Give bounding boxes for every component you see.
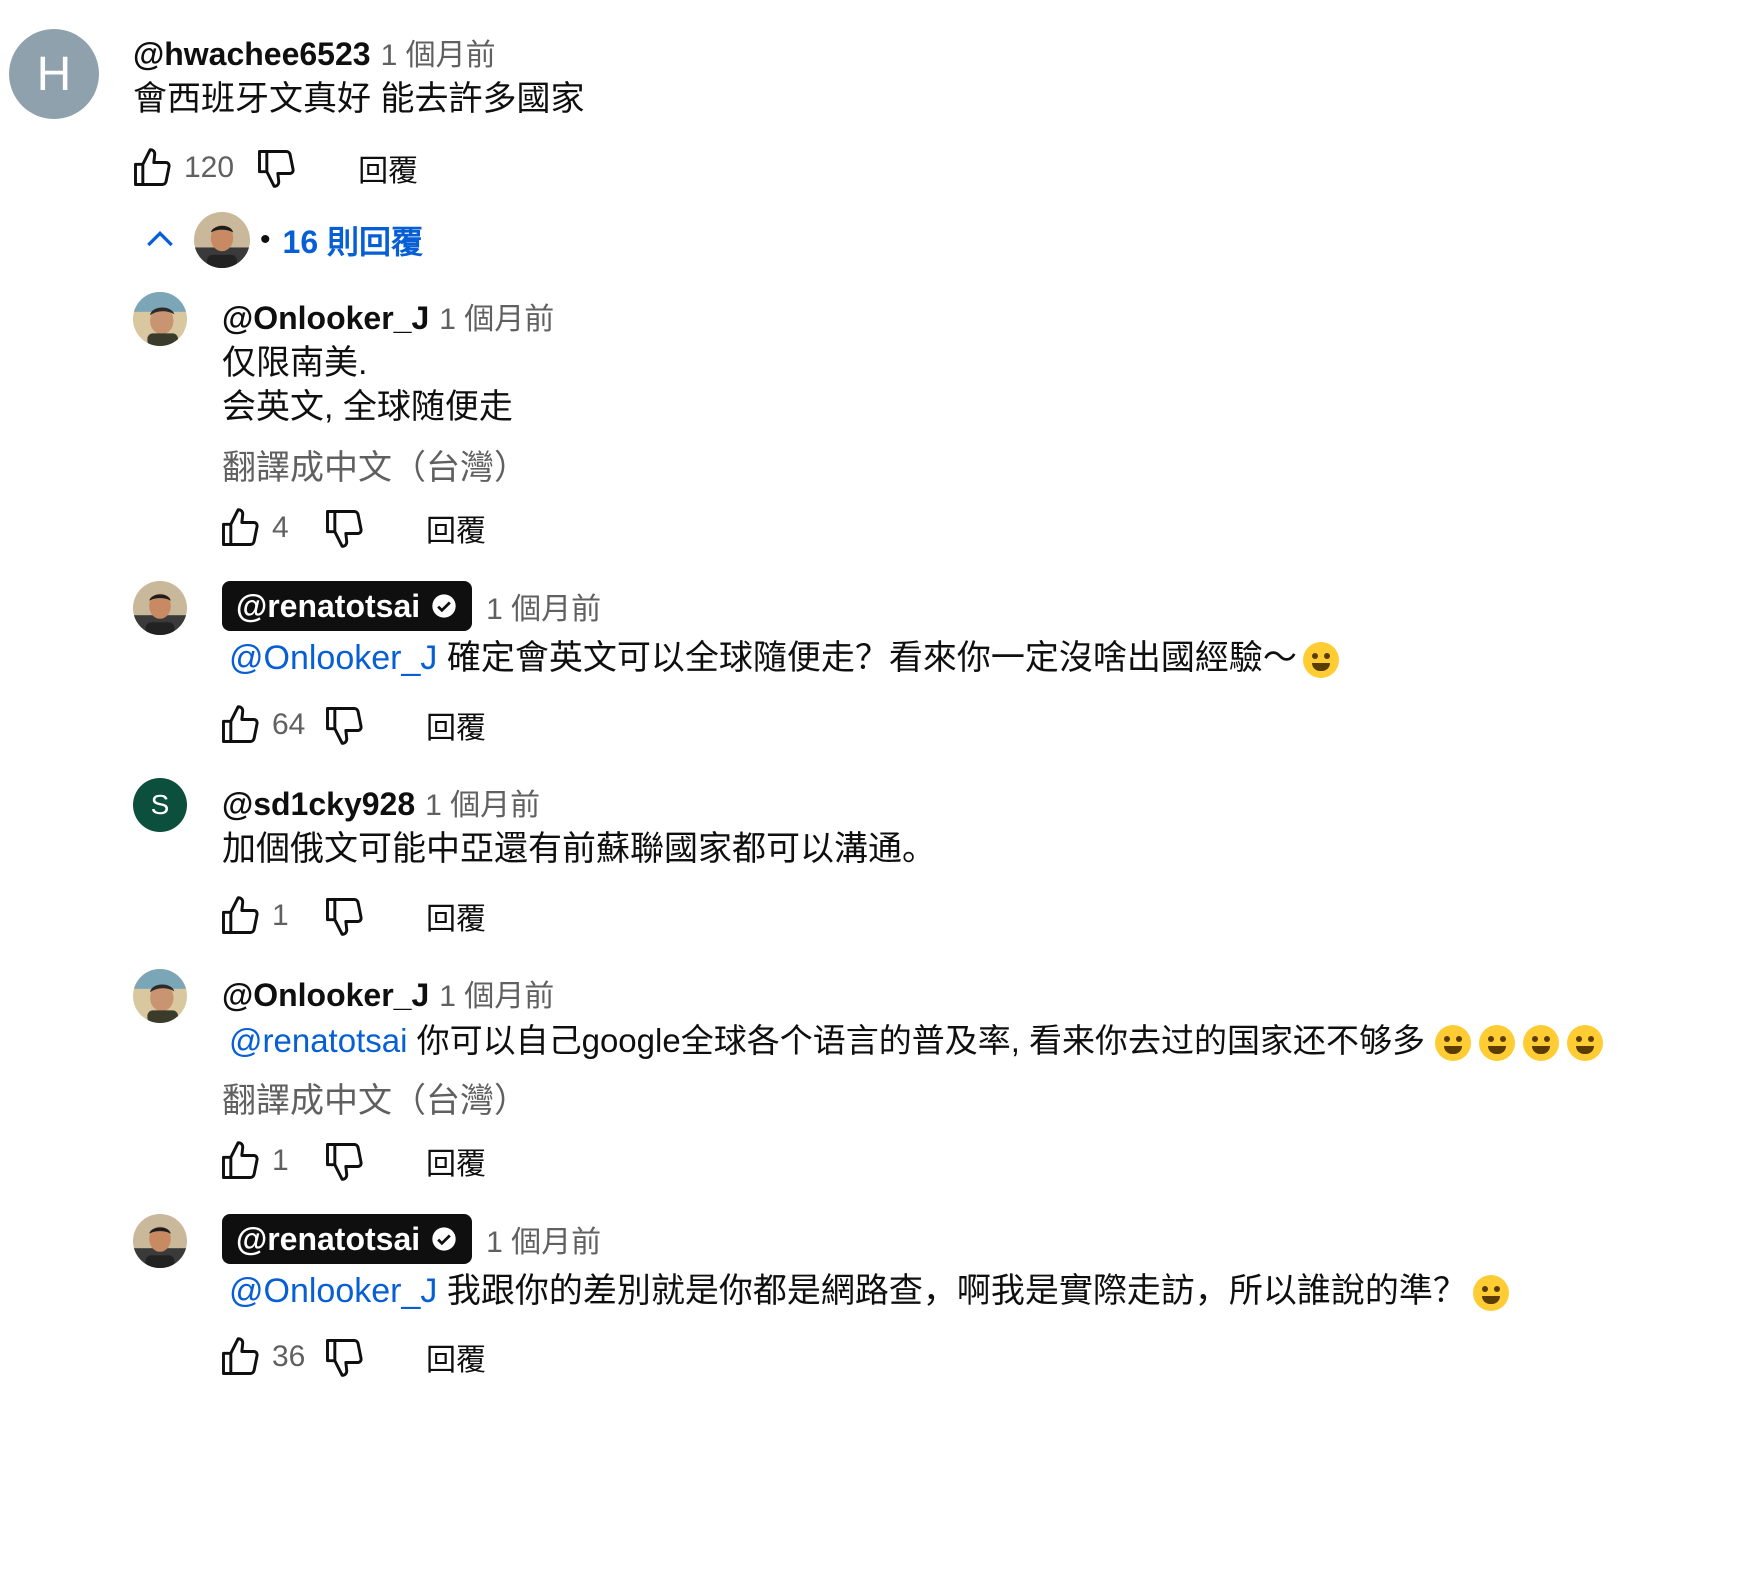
mention-link[interactable]: @Onlooker_J xyxy=(229,1272,437,1310)
timestamp[interactable]: 1 個月前 xyxy=(486,1217,601,1261)
like-count: 36 xyxy=(272,1340,306,1373)
like-count: 120 xyxy=(184,151,235,184)
dislike-icon[interactable] xyxy=(254,146,298,190)
like-icon[interactable] xyxy=(218,1335,262,1379)
channel-owner-badge[interactable]: @renatotsai xyxy=(222,1214,473,1264)
comment-text: @Onlooker_J 確定會英文可以全球隨便走？看來你一定沒啥出國經驗～ xyxy=(229,633,1339,683)
avatar-letter[interactable]: H xyxy=(9,29,99,119)
comment-body: 我跟你的差別就是你都是網路查，啊我是實際走訪，所以誰說的準？ xyxy=(437,1272,1467,1310)
channel-owner-badge[interactable]: @renatotsai xyxy=(222,581,473,631)
comment-header: @Onlooker_J 1 個月前 xyxy=(222,971,554,1015)
mention-link[interactable]: @Onlooker_J xyxy=(229,639,437,677)
avatar[interactable] xyxy=(133,1214,187,1268)
author-handle[interactable]: @hwachee6523 xyxy=(133,36,371,73)
like-icon[interactable] xyxy=(218,1139,262,1183)
replies-dot: • xyxy=(260,223,271,256)
reply-button[interactable]: 回覆 xyxy=(358,146,418,190)
comment-header: @hwachee6523 1 個月前 xyxy=(133,30,496,74)
like-count: 1 xyxy=(272,899,289,932)
like-icon[interactable] xyxy=(218,703,262,747)
joy-emoji-icon xyxy=(1435,1025,1472,1062)
verified-check-icon xyxy=(432,1227,456,1251)
author-handle[interactable]: @Onlooker_J xyxy=(222,300,429,337)
avatar[interactable]: S xyxy=(133,778,187,832)
joy-emoji-icon xyxy=(1567,1025,1604,1062)
joy-emoji-icon xyxy=(1523,1025,1560,1062)
replies-toggle[interactable]: • 16 則回覆 xyxy=(140,212,423,268)
rofl-emoji-icon xyxy=(1302,642,1339,679)
like-count: 4 xyxy=(272,511,289,544)
dislike-icon[interactable] xyxy=(322,1139,366,1183)
comment-actions: 120 回覆 xyxy=(130,146,418,190)
reply-button[interactable]: 回覆 xyxy=(426,506,486,550)
joy-emoji-icon xyxy=(1479,1025,1516,1062)
like-icon[interactable] xyxy=(130,146,174,190)
translate-link[interactable]: 翻譯成中文（台灣） xyxy=(222,440,528,489)
author-handle: @renatotsai xyxy=(236,1220,421,1257)
timestamp[interactable]: 1 個月前 xyxy=(439,294,554,338)
reply-button[interactable]: 回覆 xyxy=(426,703,486,747)
dislike-icon[interactable] xyxy=(322,506,366,550)
reply-button[interactable]: 回覆 xyxy=(426,1139,486,1183)
author-handle[interactable]: @Onlooker_J xyxy=(222,977,429,1014)
comment-body: 確定會英文可以全球隨便走？看來你一定沒啥出國經驗～ xyxy=(437,639,1297,677)
reply-button[interactable]: 回覆 xyxy=(426,1335,486,1379)
dislike-icon[interactable] xyxy=(322,1335,366,1379)
comment-header: @sd1cky928 1 個月前 xyxy=(222,780,540,824)
comment-actions: 1 回覆 xyxy=(218,1139,486,1183)
timestamp[interactable]: 1 個月前 xyxy=(381,30,496,74)
verified-check-icon xyxy=(432,594,456,618)
reply-button[interactable]: 回覆 xyxy=(426,894,486,938)
like-count: 1 xyxy=(272,1144,289,1177)
chevron-up-icon xyxy=(147,230,173,247)
author-handle[interactable]: @sd1cky928 xyxy=(222,786,415,823)
comment-header: @renatotsai 1 個月前 xyxy=(222,581,601,631)
wink-emoji-icon xyxy=(1472,1275,1509,1312)
avatar[interactable] xyxy=(133,581,187,635)
comment-body: 你可以自己google全球各个语言的普及率, 看来你去过的国家还不够多 xyxy=(407,1022,1426,1059)
comment-text: 加個俄文可能中亞還有前蘇聯國家都可以溝通。 xyxy=(222,830,936,868)
comment-header: @Onlooker_J 1 個月前 xyxy=(222,294,554,338)
avatar[interactable] xyxy=(133,969,187,1023)
mention-link[interactable]: @renatotsai xyxy=(229,1022,407,1059)
replies-count-label[interactable]: 16 則回覆 xyxy=(283,217,424,263)
timestamp[interactable]: 1 個月前 xyxy=(425,780,540,824)
comment-text: @Onlooker_J 我跟你的差別就是你都是網路查，啊我是實際走訪，所以誰說的… xyxy=(229,1266,1509,1316)
author-handle: @renatotsai xyxy=(236,587,421,624)
comment-actions: 36 回覆 xyxy=(218,1335,486,1379)
timestamp[interactable]: 1 個月前 xyxy=(486,584,601,628)
comment-text-line: 会英文, 全球随便走 xyxy=(222,388,513,426)
avatar[interactable] xyxy=(133,292,187,346)
like-icon[interactable] xyxy=(218,894,262,938)
comment-header: @renatotsai 1 個月前 xyxy=(222,1214,601,1264)
comment-text: 會西班牙文真好 能去許多國家 xyxy=(133,80,585,118)
translate-link[interactable]: 翻譯成中文（台灣） xyxy=(222,1073,528,1122)
comment-text: @renatotsai 你可以自己google全球各个语言的普及率, 看来你去过… xyxy=(229,1016,1604,1066)
comment-text-line: 仅限南美. xyxy=(222,344,368,382)
comment-actions: 1 回覆 xyxy=(218,894,486,938)
dislike-icon[interactable] xyxy=(322,894,366,938)
comment-actions: 64 回覆 xyxy=(218,703,486,747)
comment-actions: 4 回覆 xyxy=(218,506,486,550)
dislike-icon[interactable] xyxy=(322,703,366,747)
creator-avatar-icon xyxy=(194,212,250,268)
timestamp[interactable]: 1 個月前 xyxy=(439,971,554,1015)
like-count: 64 xyxy=(272,708,306,741)
like-icon[interactable] xyxy=(218,506,262,550)
